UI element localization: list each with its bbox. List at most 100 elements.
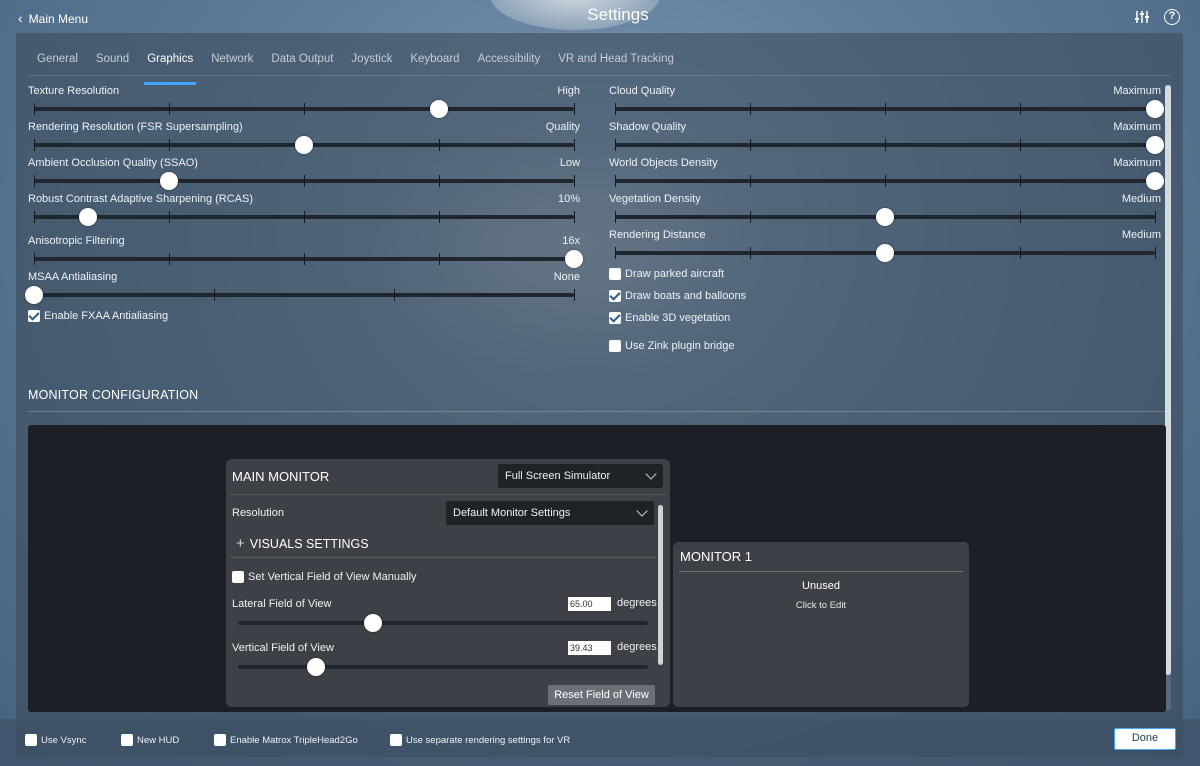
sliders-icon[interactable]: [1134, 9, 1150, 25]
lateral-fov-slider[interactable]: [238, 614, 648, 632]
setting-ambient-occlusion-quality-ssao: Ambient Occlusion Quality (SSAO) Low: [28, 157, 580, 190]
setting-label: Rendering Resolution (FSR Supersampling): [28, 121, 243, 133]
slider-track[interactable]: [34, 250, 583, 268]
tab-sound[interactable]: Sound: [87, 33, 138, 73]
slider-knob[interactable]: [79, 208, 97, 226]
plus-icon: +: [236, 535, 245, 552]
setting-value: Low: [559, 157, 580, 169]
setting-value: 16x: [562, 235, 580, 247]
setting-anisotropic-filtering: Anisotropic Filtering 16x: [28, 235, 583, 268]
checkbox-new-hud[interactable]: New HUD: [121, 734, 179, 746]
slider-track[interactable]: [34, 100, 575, 118]
vertical-fov-manual-checkbox[interactable]: Set Vertical Field of View Manually: [232, 571, 417, 583]
visuals-settings-toggle[interactable]: + VISUALS SETTINGS: [236, 535, 369, 552]
slider-knob[interactable]: [1146, 136, 1164, 154]
monitor-config-title: MONITOR CONFIGURATION: [28, 388, 199, 402]
slider-tick: [885, 103, 886, 115]
checkbox-box[interactable]: [25, 734, 37, 746]
checkbox-enable-matrox-triplehead2go[interactable]: Enable Matrox TripleHead2Go: [214, 734, 358, 746]
checkbox-box[interactable]: [390, 734, 402, 746]
slider-knob[interactable]: [295, 136, 313, 154]
slider-knob[interactable]: [1146, 100, 1164, 118]
tab-accessibility[interactable]: Accessibility: [469, 33, 550, 73]
degrees-label: degrees: [617, 597, 657, 609]
chevron-down-icon: [636, 505, 648, 517]
checkbox-enable-fxaa-antialiasing[interactable]: Enable FXAA Antialiasing: [28, 310, 168, 322]
checkbox-label: Enable Matrox TripleHead2Go: [230, 734, 358, 746]
tab-data-output[interactable]: Data Output: [262, 33, 342, 73]
slider-track[interactable]: [34, 208, 575, 226]
vertical-fov-slider[interactable]: [238, 658, 648, 676]
slider-tick: [1020, 247, 1021, 259]
monitor1-card[interactable]: MONITOR 1 Unused Click to Edit: [673, 542, 969, 707]
slider-tick: [169, 103, 170, 115]
slider-tick: [1155, 247, 1156, 259]
setting-msaa-antialiasing: MSAA Antialiasing None: [25, 271, 580, 304]
slider-tick: [394, 289, 395, 301]
slider-track[interactable]: [615, 208, 1156, 226]
checkbox-box[interactable]: [28, 310, 40, 322]
main-monitor-title: MAIN MONITOR: [232, 469, 330, 484]
checkbox-box[interactable]: [609, 268, 621, 280]
checkbox-box[interactable]: [609, 312, 621, 324]
checkbox-box[interactable]: [609, 340, 621, 352]
tab-graphics[interactable]: Graphics: [138, 33, 202, 85]
slider-knob[interactable]: [25, 286, 43, 304]
resolution-dropdown[interactable]: Default Monitor Settings: [446, 501, 654, 525]
slider-tick: [750, 211, 751, 223]
checkbox-use-separate-rendering-settings-for-vr[interactable]: Use separate rendering settings for VR: [390, 734, 570, 746]
slider-track[interactable]: [34, 172, 575, 190]
slider-tick: [750, 247, 751, 259]
reset-fov-button[interactable]: Reset Field of View: [548, 685, 655, 705]
slider-knob[interactable]: [307, 658, 325, 676]
lateral-fov-input[interactable]: [568, 597, 611, 611]
slider-tick: [304, 103, 305, 115]
slider-tick: [750, 175, 751, 187]
checkbox-enable-3d-vegetation[interactable]: Enable 3D vegetation: [609, 312, 730, 324]
tab-vr-and-head-tracking[interactable]: VR and Head Tracking: [549, 33, 683, 73]
slider-track[interactable]: [25, 286, 575, 304]
tab-joystick[interactable]: Joystick: [342, 33, 401, 73]
setting-label: World Objects Density: [609, 157, 718, 169]
monitor-mode-dropdown[interactable]: Full Screen Simulator: [498, 464, 663, 488]
monitor-mode-value: Full Screen Simulator: [505, 470, 611, 482]
slider-track[interactable]: [34, 136, 575, 154]
tab-general[interactable]: General: [28, 33, 87, 73]
tab-keyboard[interactable]: Keyboard: [401, 33, 468, 73]
checkbox-draw-parked-aircraft[interactable]: Draw parked aircraft: [609, 268, 724, 280]
slider-tick: [439, 175, 440, 187]
visuals-settings-title: VISUALS SETTINGS: [249, 536, 369, 551]
divider: [230, 557, 656, 558]
slider-tick: [574, 289, 575, 301]
tab-network[interactable]: Network: [202, 33, 262, 73]
checkbox-label: New HUD: [137, 734, 180, 746]
main-monitor-scrollbar[interactable]: [658, 505, 663, 665]
checkbox-box[interactable]: [609, 290, 621, 302]
checkbox-box[interactable]: [232, 571, 244, 583]
slider-track[interactable]: [615, 136, 1164, 154]
checkbox-use-zink-plugin-bridge[interactable]: Use Zink plugin bridge: [609, 340, 734, 352]
slider-track[interactable]: [615, 100, 1164, 118]
slider-knob[interactable]: [876, 208, 894, 226]
slider-knob[interactable]: [876, 244, 894, 262]
checkbox-draw-boats-and-balloons[interactable]: Draw boats and balloons: [609, 290, 746, 302]
slider-tick: [34, 175, 35, 187]
help-icon[interactable]: ?: [1164, 9, 1180, 25]
slider-track[interactable]: [615, 172, 1164, 190]
done-button[interactable]: Done: [1114, 728, 1176, 750]
slider-knob[interactable]: [565, 250, 583, 268]
slider-track[interactable]: [615, 244, 1156, 262]
setting-value: Maximum: [1113, 85, 1161, 97]
setting-value: Medium: [1121, 193, 1161, 205]
vertical-fov-input[interactable]: [568, 641, 611, 655]
checkbox-box[interactable]: [121, 734, 133, 746]
slider-knob[interactable]: [160, 172, 178, 190]
checkbox-box[interactable]: [214, 734, 226, 746]
slider-knob[interactable]: [1146, 172, 1164, 190]
slider-knob[interactable]: [364, 614, 382, 632]
slider-knob[interactable]: [430, 100, 448, 118]
slider-tick: [34, 139, 35, 151]
slider-tick: [439, 253, 440, 265]
slider-tick: [574, 139, 575, 151]
checkbox-use-vsync[interactable]: Use Vsync: [25, 734, 86, 746]
